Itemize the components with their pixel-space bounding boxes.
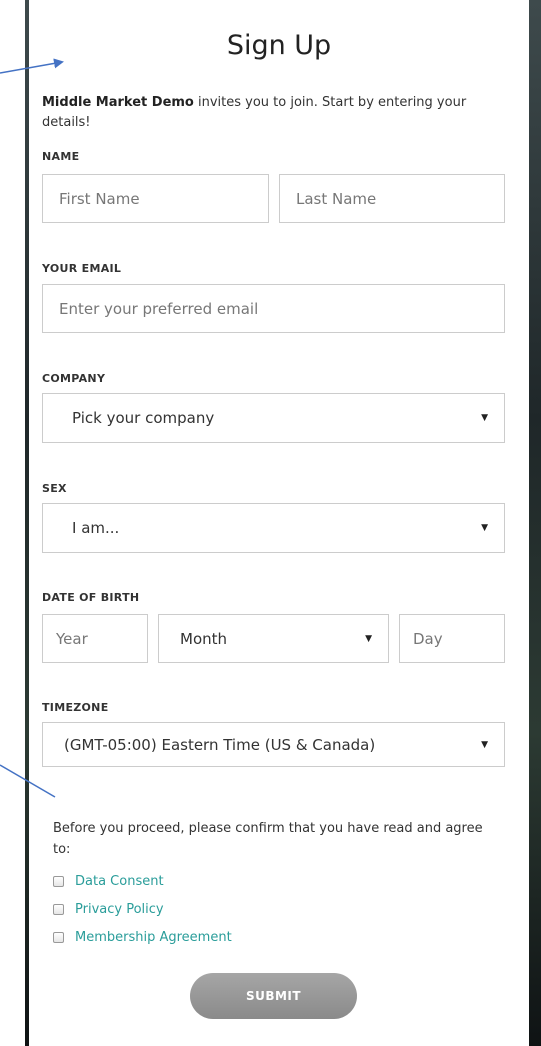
email-label: YOUR EMAIL	[42, 262, 122, 275]
data-consent-link[interactable]: Data Consent	[75, 874, 164, 889]
sex-select-value: I am...	[72, 519, 120, 537]
dob-label: DATE OF BIRTH	[42, 591, 140, 604]
membership-agreement-link[interactable]: Membership Agreement	[75, 930, 232, 945]
intro-text: Middle Market Demo invites you to join. …	[42, 93, 512, 133]
sex-select[interactable]: I am... ▼	[42, 503, 505, 553]
company-label: COMPANY	[42, 372, 106, 385]
company-select[interactable]: Pick your company ▼	[42, 393, 505, 443]
privacy-policy-checkbox[interactable]	[53, 903, 64, 915]
consent-item-membership-agreement: Membership Agreement	[53, 927, 232, 947]
backdrop-strip-right	[529, 0, 541, 1046]
timezone-select-value: (GMT-05:00) Eastern Time (US & Canada)	[64, 735, 376, 754]
last-name-input[interactable]	[279, 174, 505, 223]
membership-agreement-checkbox[interactable]	[53, 931, 64, 943]
signup-card: Sign Up Middle Market Demo invites you t…	[29, 0, 529, 1046]
caret-down-icon: ▼	[481, 523, 488, 533]
sex-label: SEX	[42, 482, 67, 495]
consent-item-privacy-policy: Privacy Policy	[53, 899, 164, 919]
caret-down-icon: ▼	[481, 413, 488, 423]
org-name: Middle Market Demo	[42, 95, 194, 110]
submit-button[interactable]: SUBMIT	[190, 973, 357, 1019]
email-input[interactable]	[42, 284, 505, 333]
data-consent-checkbox[interactable]	[53, 875, 64, 887]
timezone-select[interactable]: (GMT-05:00) Eastern Time (US & Canada) ▼	[42, 722, 505, 767]
birth-month-select-value: Month	[180, 629, 228, 648]
page-title: Sign Up	[226, 30, 332, 61]
birth-year-input[interactable]	[42, 614, 148, 663]
first-name-input[interactable]	[42, 174, 269, 223]
company-select-value: Pick your company	[72, 409, 215, 427]
timezone-label: TIMEZONE	[42, 701, 109, 714]
privacy-policy-link[interactable]: Privacy Policy	[75, 902, 164, 917]
caret-down-icon: ▼	[481, 739, 488, 750]
birth-month-select[interactable]: Month ▼	[158, 614, 389, 663]
caret-down-icon: ▼	[365, 633, 372, 644]
name-label: NAME	[42, 150, 80, 163]
birth-day-input[interactable]	[399, 614, 505, 663]
consent-text: Before you proceed, please confirm that …	[53, 821, 483, 857]
consent-item-data-consent: Data Consent	[53, 871, 164, 891]
